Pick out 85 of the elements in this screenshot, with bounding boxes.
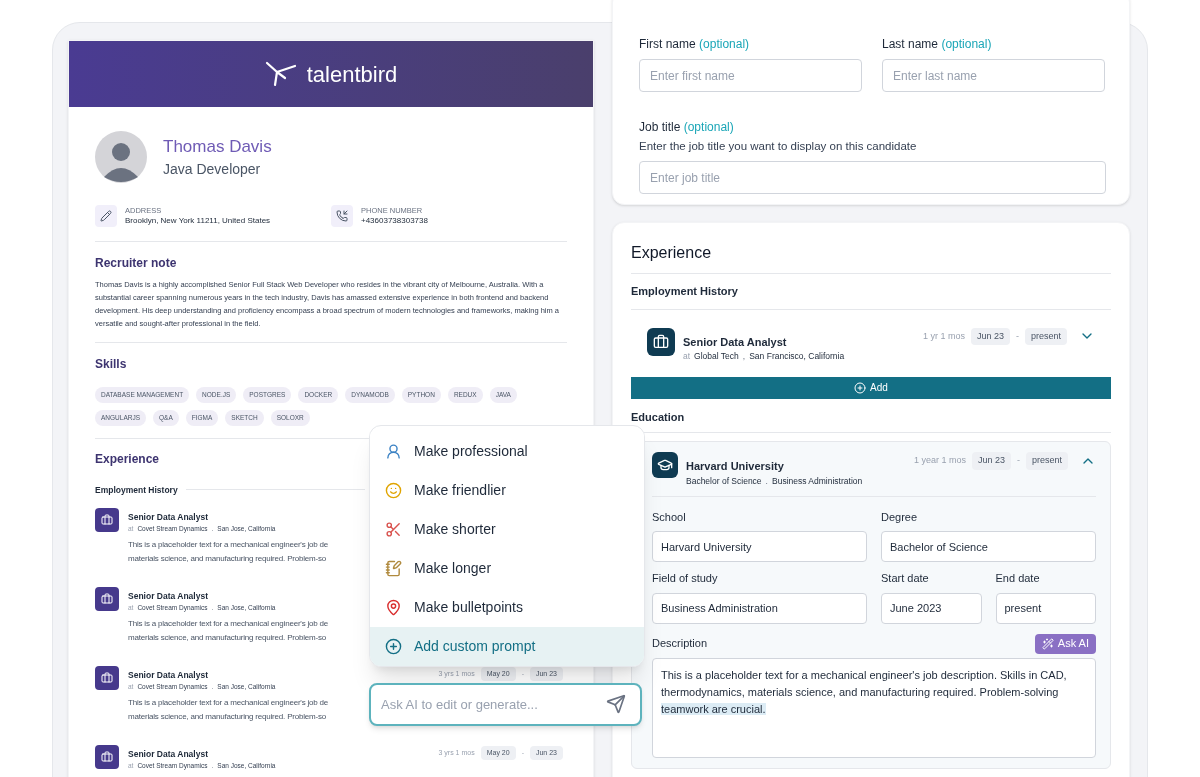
notepad-icon	[385, 560, 402, 577]
magic-wand-icon	[1041, 637, 1054, 650]
job-title: Senior Data Analyst	[128, 669, 208, 682]
description-field[interactable]: This is a placeholder text for a mechanical engineer's job description. Skills in CAD, thermodynamics, materials science, and manufacturing required. Problem-solving teamwork are crucial.	[652, 657, 1096, 758]
menu-item[interactable]: Make friendlier	[370, 471, 644, 510]
graduation-cap-icon	[652, 452, 678, 479]
text-field[interactable]: Harvard University	[652, 531, 867, 562]
field-label: Degree	[881, 509, 919, 525]
description-line: This is a placeholder text for a mechanical engineer's job de	[128, 538, 329, 551]
description-line: materials science, and manufacturing required. Problem-so	[128, 552, 327, 565]
briefcase-icon	[647, 327, 675, 356]
section-heading: Experience	[95, 450, 160, 468]
field-help-text: Enter the job title you want to display on this candidate	[639, 139, 918, 154]
section-heading: Skills	[95, 356, 127, 373]
field-label: Job title (optional)	[639, 119, 735, 136]
text-field[interactable]: June 2023	[881, 592, 982, 624]
company-name: Global Tech	[694, 350, 739, 363]
text-field[interactable]: present	[995, 592, 1096, 624]
text-field[interactable]: Enter first name	[639, 59, 862, 92]
pencil-icon	[95, 205, 117, 227]
job-title: Senior Data Analyst	[128, 511, 208, 524]
scissors-icon	[385, 521, 402, 538]
description-line: This is a placeholder text for a mechanical engineer's job de	[128, 696, 329, 709]
date-chip: present	[1025, 452, 1068, 470]
description-line: This is a placeholder text for a mechanical engineer's job de	[128, 617, 329, 630]
person-icon	[385, 443, 402, 460]
subsection-heading: Employment History	[95, 483, 178, 497]
ai-input-field[interactable]: Ask AI to edit or generate...	[369, 683, 642, 726]
field-label: Description	[652, 636, 708, 652]
smiley-icon	[385, 482, 402, 499]
description-line: materials science, and manufacturing required. Problem-so	[128, 631, 327, 644]
degree-text: Bachelor of Science	[686, 474, 762, 488]
menu-item[interactable]: Make bulletpoints	[370, 588, 644, 627]
job-location: San Francisco, California	[749, 350, 845, 363]
job-title: Senior Data Analyst	[683, 334, 788, 350]
menu-item[interactable]: Make professional	[370, 432, 644, 471]
phone-icon	[331, 205, 353, 227]
separator-comma: ,	[742, 350, 746, 363]
menu-item[interactable]: Make longer	[370, 549, 644, 588]
contact-value: Brooklyn, New York 11211, United States	[125, 215, 271, 226]
candidate-name: Thomas Davis	[163, 135, 272, 158]
section-heading: Recruiter note	[95, 255, 177, 272]
date-separator: -	[1016, 454, 1020, 468]
field-label: Start date	[881, 571, 930, 586]
description-line: materials science, and manufacturing required. Problem-so	[128, 710, 327, 723]
menu-item[interactable]: Make shorter	[370, 510, 644, 549]
text-field[interactable]: Enter last name	[882, 59, 1105, 92]
field-label: School	[652, 509, 687, 525]
add-icon	[854, 381, 867, 394]
job-title: Senior Data Analyst	[128, 590, 208, 603]
briefcase-icon	[95, 508, 119, 533]
date-chip: present	[1024, 327, 1067, 345]
candidate-title: Java Developer	[163, 160, 262, 180]
contact-value: +43603738303738	[361, 215, 428, 226]
ask-ai-button[interactable]: Ask AI	[1034, 633, 1096, 654]
school-name: Harvard University	[686, 459, 785, 475]
pin-icon	[385, 599, 402, 616]
job-title: Senior Data Analyst	[128, 748, 208, 761]
add-icon	[385, 638, 402, 655]
field-label: Last name (optional)	[882, 36, 993, 53]
text-field[interactable]: Enter job title	[639, 161, 1106, 195]
briefcase-icon	[95, 666, 119, 691]
duration-text: 1 year 1 mos	[913, 454, 966, 468]
field-label: First name (optional)	[639, 36, 751, 53]
duration-text: 1 yr 1 mos	[922, 329, 965, 343]
company-prefix: at	[683, 350, 691, 363]
subsection-heading: Employment History	[631, 274, 1111, 310]
field-label: Field of study	[652, 571, 719, 586]
text-field[interactable]: Bachelor of Science	[881, 531, 1096, 562]
section-heading: Experience	[631, 241, 1111, 274]
field-of-study-text: Business Administration	[772, 474, 863, 488]
send-icon[interactable]	[606, 694, 626, 714]
separator-dot: .	[765, 474, 768, 488]
description-text: This is a placeholder text for a mechanical engineer's job description. Skills in CAD, thermodynamics, materials science, and manufacturing required. Problem-solving teamwork are crucial.	[661, 667, 1068, 717]
briefcase-icon	[95, 745, 119, 770]
date-chip: Jun 23	[971, 452, 1011, 470]
brand-name: talentbird	[306, 60, 398, 89]
text-field[interactable]: Business Administration	[652, 592, 867, 624]
add-button[interactable]: Add	[631, 376, 1111, 399]
avatar	[95, 131, 147, 183]
date-separator: -	[1015, 329, 1019, 343]
field-label: End date	[995, 571, 1041, 586]
date-chip: Jun 23	[970, 327, 1010, 345]
briefcase-icon	[95, 587, 119, 612]
menu-item[interactable]: Add custom prompt	[370, 627, 644, 666]
